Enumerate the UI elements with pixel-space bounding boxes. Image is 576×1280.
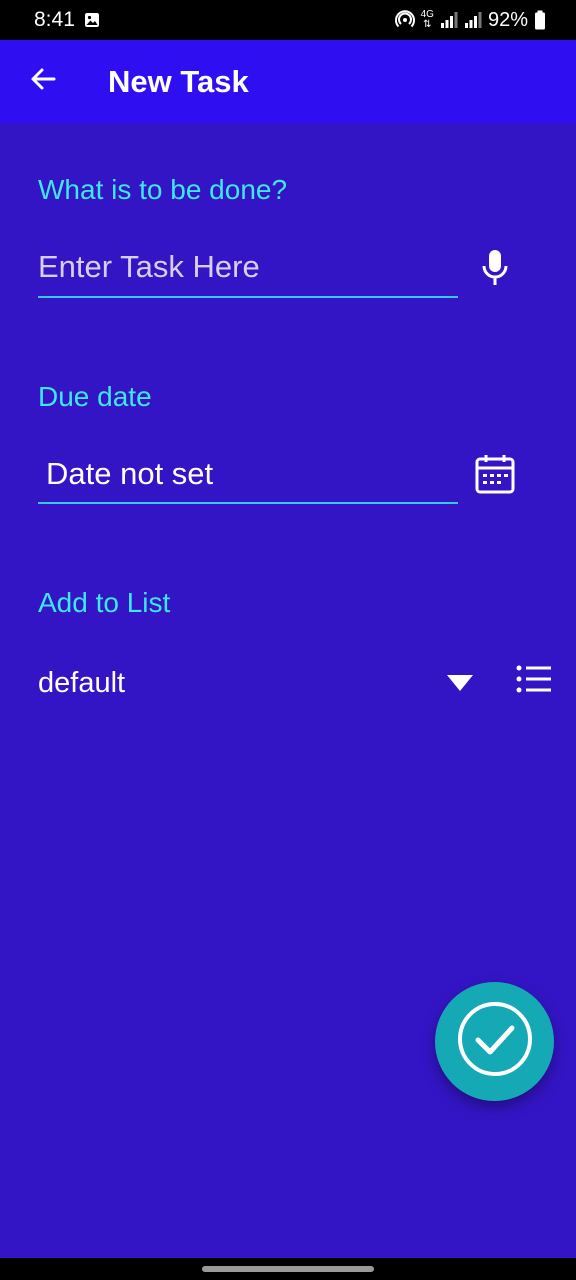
add-to-list-label: Add to List	[38, 587, 171, 618]
network-type-icon: 4G ⇅	[420, 9, 434, 30]
manage-lists-button[interactable]	[512, 662, 556, 700]
page-title: New Task	[108, 64, 249, 99]
list-selected-value: default	[38, 667, 126, 699]
image-notification-icon	[84, 12, 100, 28]
signal-icon-1	[440, 11, 458, 29]
task-label: What is to be done?	[38, 174, 288, 205]
save-task-button[interactable]	[435, 982, 554, 1101]
system-nav-bar	[0, 1258, 576, 1280]
signal-icon-2	[464, 11, 482, 29]
app-bar: New Task	[0, 40, 576, 123]
triangle-down-icon	[446, 674, 474, 692]
battery-icon	[534, 10, 546, 30]
hotspot-icon	[394, 10, 415, 30]
check-circle-icon	[456, 1000, 534, 1083]
status-time: 8:41	[34, 8, 75, 31]
status-icons: 4G ⇅ 92%	[394, 8, 546, 32]
due-date-label: Due date	[38, 381, 152, 412]
back-button[interactable]	[22, 60, 64, 102]
task-input[interactable]	[38, 238, 458, 296]
microphone-icon	[480, 248, 510, 293]
calendar-icon	[474, 453, 516, 500]
voice-input-button[interactable]	[476, 248, 514, 292]
due-date-field[interactable]: Date not set	[38, 444, 458, 504]
list-dropdown[interactable]: default	[38, 660, 478, 706]
arrow-left-icon	[29, 65, 57, 98]
list-icon	[516, 664, 552, 699]
due-date-value: Date not set	[46, 456, 214, 491]
battery-percent: 92%	[487, 8, 528, 31]
task-field[interactable]	[38, 238, 458, 298]
home-indicator[interactable]	[202, 1266, 374, 1272]
date-picker-button[interactable]	[472, 454, 518, 498]
status-bar: 8:41 4G ⇅ 92%	[0, 0, 576, 40]
